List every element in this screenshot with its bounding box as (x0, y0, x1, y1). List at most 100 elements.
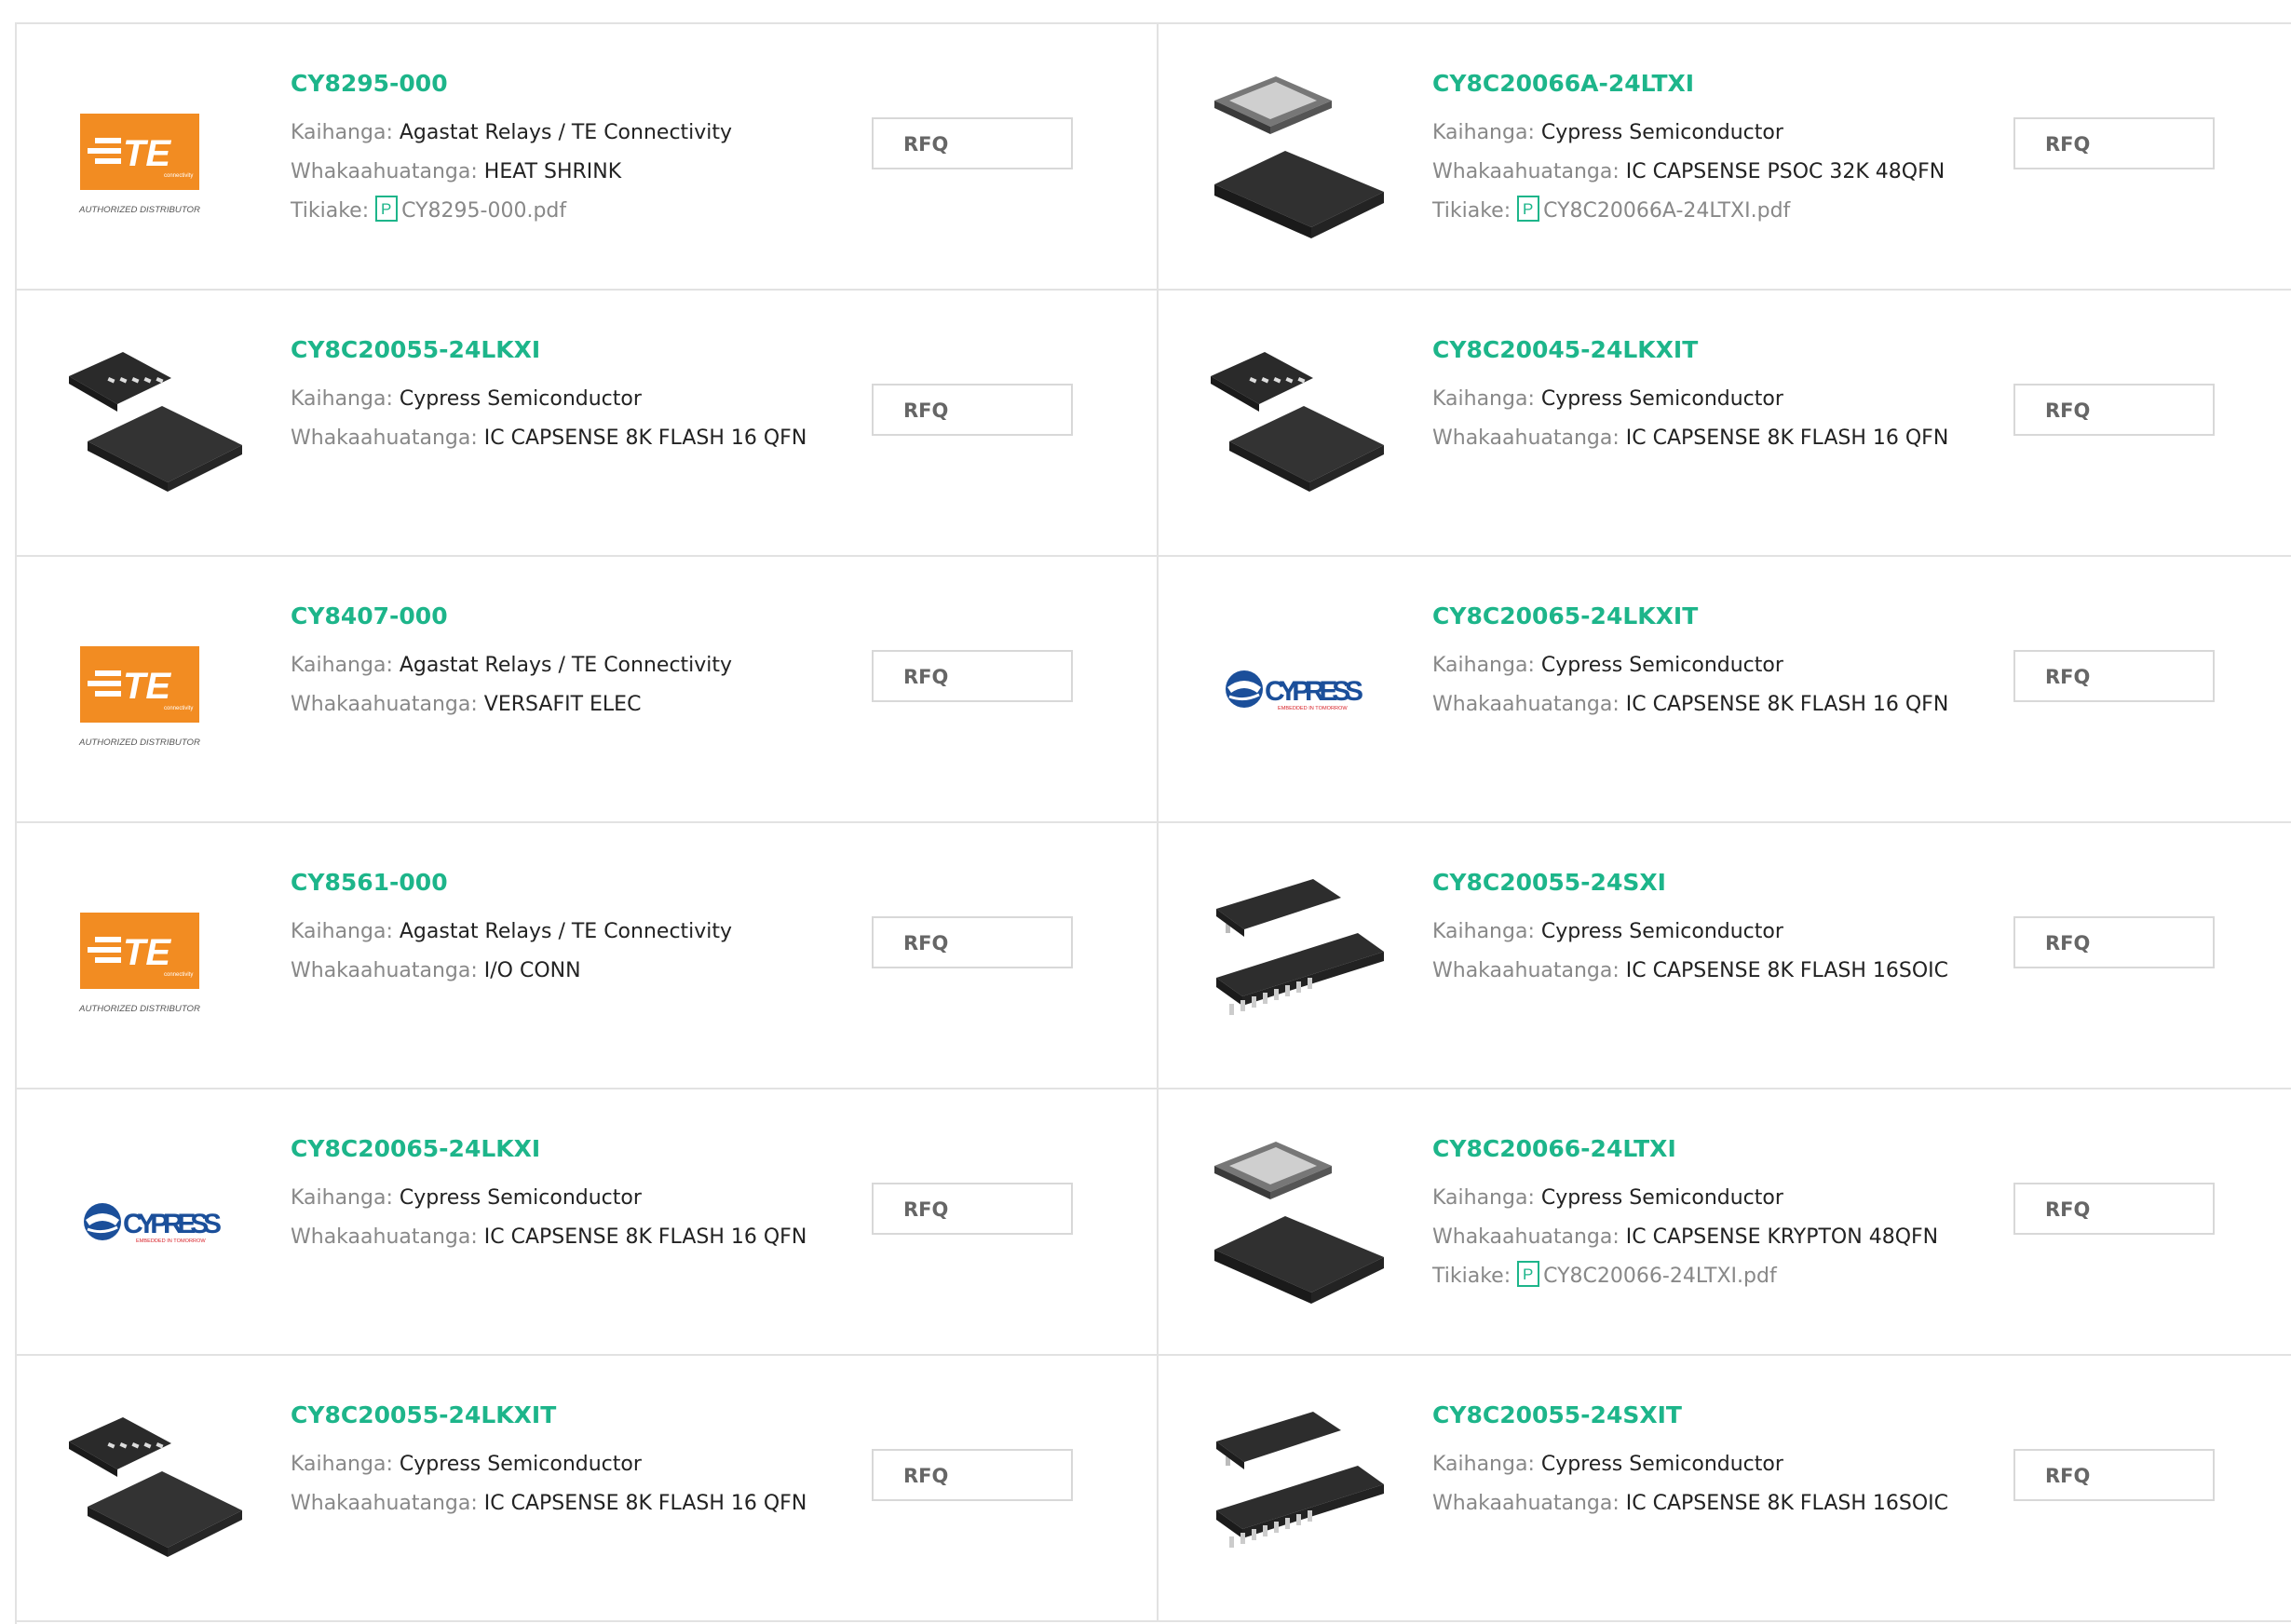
svg-text:P: P (1523, 200, 1533, 218)
svg-text:EMBEDDED IN TOMORROW: EMBEDDED IN TOMORROW (136, 1238, 206, 1244)
product-card: CY8C20066-24LTXI Kaihanga: Cypress Semic… (1159, 1089, 2291, 1356)
svg-text:P: P (1523, 1265, 1533, 1283)
product-image[interactable] (1201, 1129, 1393, 1315)
part-number-link[interactable]: CY8C20045-24LKXIT (1432, 335, 2028, 365)
description-label: Whakaahuatanga (1432, 693, 1613, 716)
manufacturer-line: Kaihanga: Cypress Semiconductor (1432, 380, 2028, 419)
description-value: IC CAPSENSE 8K FLASH 16 QFN (483, 426, 807, 450)
svg-text:connectivity: connectivity (164, 972, 193, 978)
svg-text:connectivity: connectivity (164, 706, 193, 711)
product-image[interactable]: TE connectivity AUTHORIZED DISTRIBUTOR (60, 596, 251, 782)
label-colon: : (1612, 959, 1620, 982)
part-number-link[interactable]: CY8C20065-24LKXI (291, 1134, 887, 1164)
rfq-button[interactable]: RFQ (872, 916, 1073, 968)
rfq-button[interactable]: RFQ (2013, 1183, 2215, 1235)
description-label: Whakaahuatanga (291, 160, 471, 183)
part-number-link[interactable]: CY8C20066-24LTXI (1432, 1134, 2028, 1164)
label-colon: : (386, 654, 393, 677)
manufacturer-line: Kaihanga: Cypress Semiconductor (291, 380, 887, 419)
product-info: CY8C20065-24LKXI Kaihanga: Cypress Semic… (291, 1134, 887, 1257)
part-number-link[interactable]: CY8295-000 (291, 69, 887, 99)
datasheet-link[interactable]: CY8C20066-24LTXI.pdf (1543, 1265, 1777, 1288)
part-number-link[interactable]: CY8C20055-24LKXIT (291, 1401, 887, 1430)
product-info: CY8C20055-24LKXIT Kaihanga: Cypress Semi… (291, 1401, 887, 1523)
manufacturer-label: Kaihanga (1432, 387, 1528, 411)
label-colon: : (1612, 693, 1620, 716)
label-colon: : (1612, 426, 1620, 450)
product-image[interactable] (1201, 1395, 1393, 1581)
rfq-button[interactable]: RFQ (2013, 384, 2215, 436)
manufacturer-line: Kaihanga: Agastat Relays / TE Connectivi… (291, 646, 887, 685)
product-image[interactable] (60, 1395, 251, 1581)
manufacturer-label: Kaihanga (291, 121, 386, 144)
part-number-link[interactable]: CY8C20066A-24LTXI (1432, 69, 2028, 99)
rfq-button[interactable]: RFQ (872, 650, 1073, 702)
cypress-logo: CYPRESS EMBEDDED IN TOMORROW (1226, 670, 1363, 711)
product-image[interactable]: CYPRESS EMBEDDED IN TOMORROW (1201, 596, 1393, 782)
part-number-link[interactable]: CY8561-000 (291, 868, 887, 898)
label-colon: : (361, 199, 370, 223)
product-image[interactable]: CYPRESS EMBEDDED IN TOMORROW (60, 1129, 251, 1315)
part-number-link[interactable]: CY8C20065-24LKXIT (1432, 602, 2028, 631)
svg-text:AUTHORIZED DISTRIBUTOR: AUTHORIZED DISTRIBUTOR (78, 205, 200, 215)
manufacturer-value: Cypress Semiconductor (1540, 1453, 1783, 1476)
part-number-link[interactable]: CY8407-000 (291, 602, 887, 631)
description-value: IC CAPSENSE 8K FLASH 16 QFN (483, 1225, 807, 1249)
product-image[interactable]: TE connectivity AUTHORIZED DISTRIBUTOR (60, 862, 251, 1049)
product-image[interactable] (1201, 63, 1393, 250)
datasheet-link[interactable]: CY8C20066A-24LTXI.pdf (1543, 199, 1790, 223)
svg-text:CYPRESS: CYPRESS (123, 1209, 222, 1239)
rfq-button[interactable]: RFQ (872, 1183, 1073, 1235)
manufacturer-line: Kaihanga: Agastat Relays / TE Connectivi… (291, 913, 887, 952)
manufacturer-label: Kaihanga (291, 387, 386, 411)
manufacturer-label: Kaihanga (291, 920, 386, 943)
manufacturer-label: Kaihanga (291, 1186, 386, 1210)
svg-text:EMBEDDED IN TOMORROW: EMBEDDED IN TOMORROW (1278, 706, 1348, 711)
rfq-button[interactable]: RFQ (2013, 916, 2215, 968)
part-number-link[interactable]: CY8C20055-24LKXI (291, 335, 887, 365)
manufacturer-label: Kaihanga (1432, 1453, 1528, 1476)
description-line: Whakaahuatanga: IC CAPSENSE 8K FLASH 16 … (1432, 685, 2028, 724)
rfq-button[interactable]: RFQ (872, 1449, 1073, 1501)
label-colon: : (1527, 121, 1535, 144)
label-colon: : (386, 1453, 393, 1476)
svg-text:connectivity: connectivity (164, 173, 193, 179)
soic16-chip-image (1216, 1412, 1384, 1548)
manufacturer-value: Agastat Relays / TE Connectivity (399, 920, 733, 943)
label-colon: : (470, 1492, 478, 1515)
description-label: Whakaahuatanga (291, 426, 471, 450)
product-info: CY8C20055-24SXIT Kaihanga: Cypress Semic… (1432, 1401, 2028, 1523)
rfq-button[interactable]: RFQ (872, 384, 1073, 436)
product-image[interactable] (1201, 862, 1393, 1049)
description-value: IC CAPSENSE 8K FLASH 16 QFN (1625, 693, 1949, 716)
description-label: Whakaahuatanga (1432, 1492, 1613, 1515)
qfn16-chip-image (1211, 352, 1384, 492)
manufacturer-line: Kaihanga: Cypress Semiconductor (291, 1445, 887, 1484)
rfq-button[interactable]: RFQ (872, 117, 1073, 169)
product-image[interactable] (60, 330, 251, 516)
label-colon: : (470, 1225, 478, 1249)
datasheet-link[interactable]: CY8295-000.pdf (401, 199, 566, 223)
product-card: CY8C20055-24LKXIT Kaihanga: Cypress Semi… (17, 1356, 1159, 1622)
description-label: Whakaahuatanga (1432, 959, 1613, 982)
manufacturer-value: Cypress Semiconductor (399, 1453, 642, 1476)
manufacturer-label: Kaihanga (1432, 920, 1528, 943)
rfq-button[interactable]: RFQ (2013, 117, 2215, 169)
product-image[interactable]: TE connectivity AUTHORIZED DISTRIBUTOR (60, 63, 251, 250)
description-value: HEAT SHRINK (483, 160, 622, 183)
rfq-button[interactable]: RFQ (2013, 1449, 2215, 1501)
product-info: CY8561-000 Kaihanga: Agastat Relays / TE… (291, 868, 887, 991)
product-info: CY8C20066-24LTXI Kaihanga: Cypress Semic… (1432, 1134, 2028, 1296)
description-line: Whakaahuatanga: IC CAPSENSE KRYPTON 48QF… (1432, 1218, 2028, 1257)
part-number-link[interactable]: CY8C20055-24SXI (1432, 868, 2028, 898)
product-grid: TE connectivity AUTHORIZED DISTRIBUTOR C… (15, 22, 2291, 1624)
part-number-link[interactable]: CY8C20055-24SXIT (1432, 1401, 2028, 1430)
te-connectivity-logo: TE connectivity AUTHORIZED DISTRIBUTOR (78, 646, 200, 748)
description-label: Whakaahuatanga (1432, 160, 1613, 183)
product-info: CY8295-000 Kaihanga: Agastat Relays / TE… (291, 69, 887, 231)
rfq-button[interactable]: RFQ (2013, 650, 2215, 702)
datasheet-line: Tikiake: P CY8C20066A-24LTXI.pdf (1432, 192, 2028, 231)
product-info: CY8407-000 Kaihanga: Agastat Relays / TE… (291, 602, 887, 724)
product-info: CY8C20045-24LKXIT Kaihanga: Cypress Semi… (1432, 335, 2028, 458)
product-image[interactable] (1201, 330, 1393, 516)
